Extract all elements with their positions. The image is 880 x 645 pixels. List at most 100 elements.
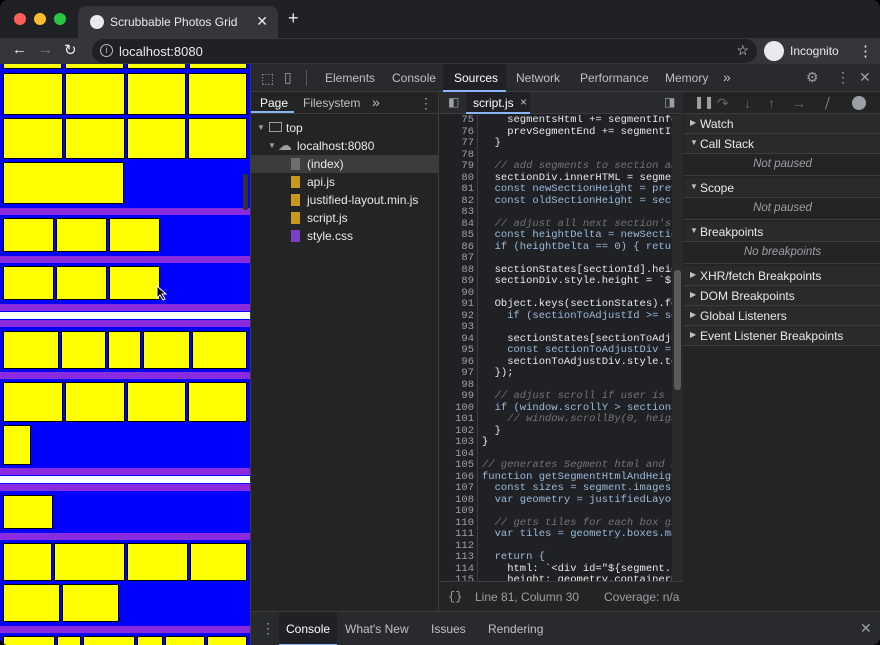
editor-scrollbar[interactable] (672, 115, 683, 581)
tab-network[interactable]: Network (516, 71, 560, 85)
line-number[interactable]: 83 (440, 206, 474, 219)
code-line[interactable]: 87 (440, 252, 672, 265)
photo-tile[interactable] (207, 636, 247, 645)
line-number[interactable]: 79 (440, 160, 474, 173)
close-window-button[interactable] (14, 13, 26, 25)
code-line[interactable]: 101 // window.scrollBy(0, heigh (440, 413, 672, 426)
deactivate-breakpoints-icon[interactable]: ⧸ (825, 95, 830, 112)
tree-item-api-js[interactable]: api.js (251, 173, 439, 191)
code-line[interactable]: 86 if (heightDelta == 0) { retur (440, 241, 672, 254)
forward-arrow-icon[interactable]: → (38, 41, 53, 58)
drawer-tab-whats-new[interactable]: What's New (345, 622, 409, 636)
tree-item-index[interactable]: (index) (251, 155, 439, 173)
photo-tile[interactable] (3, 425, 31, 465)
photo-tile[interactable] (188, 73, 247, 115)
line-number[interactable]: 93 (440, 321, 474, 334)
photo-tile[interactable] (192, 331, 247, 369)
close-file-icon[interactable]: × (520, 95, 527, 109)
page-viewport[interactable] (0, 64, 250, 645)
minimize-window-button[interactable] (34, 13, 46, 25)
line-number[interactable]: 107 (440, 482, 474, 495)
photo-tile[interactable] (3, 73, 63, 115)
photo-tile[interactable] (3, 584, 60, 622)
code-line[interactable]: 112 (440, 540, 672, 553)
code-line[interactable]: 111 var tiles = geometry.boxes.ma (440, 528, 672, 541)
code-line[interactable]: 89 sectionDiv.style.height = `${ (440, 275, 672, 288)
photo-tile[interactable] (61, 331, 106, 369)
photo-tile[interactable] (3, 382, 63, 422)
photo-tile[interactable] (56, 266, 107, 300)
code-line[interactable]: 91 Object.keys(sectionStates).fo (440, 298, 672, 311)
photo-tile[interactable] (165, 636, 205, 645)
line-number[interactable]: 85 (440, 229, 474, 242)
photo-tile[interactable] (3, 636, 55, 645)
line-number[interactable]: 111 (440, 528, 474, 541)
zoom-window-button[interactable] (54, 13, 66, 25)
line-number[interactable]: 89 (440, 275, 474, 288)
photo-tile[interactable] (109, 218, 160, 252)
tab-filesystem[interactable]: Filesystem (303, 96, 360, 110)
code-line[interactable]: 92 if (sectionToAdjustId >= se (440, 310, 672, 323)
photo-tile[interactable] (3, 118, 63, 159)
device-toolbar-icon[interactable]: ▯ (284, 69, 292, 86)
photo-tile[interactable] (3, 64, 62, 69)
debugger-section-header[interactable]: ▼ Call Stack (684, 134, 880, 154)
tab-console[interactable]: Console (392, 71, 436, 85)
drawer-tab-console[interactable]: Console (286, 622, 330, 636)
toggle-debugger-icon[interactable]: ◨ (664, 95, 675, 109)
code-line[interactable]: 108 var geometry = justifiedLayou (440, 494, 672, 507)
debugger-section-header[interactable]: ▶ Watch (684, 114, 880, 134)
photo-tile[interactable] (57, 636, 81, 645)
close-tab-icon[interactable]: ✕ (256, 13, 268, 30)
step-into-icon[interactable]: ↓ (744, 95, 751, 111)
tree-item-top[interactable]: ▼ top (251, 119, 439, 137)
tree-item-style-css[interactable]: style.css (251, 227, 439, 245)
line-number[interactable]: 97 (440, 367, 474, 380)
debugger-section-header[interactable]: ▼ Scope (684, 178, 880, 198)
photo-tile[interactable] (62, 584, 119, 622)
code-line[interactable]: 97 }); (440, 367, 672, 380)
pause-on-exceptions-icon[interactable] (852, 96, 866, 110)
navigator-menu-icon[interactable]: ⋮ (419, 95, 433, 112)
tab-memory[interactable]: Memory (665, 71, 708, 85)
tab-performance[interactable]: Performance (580, 71, 649, 85)
tab-sources[interactable]: Sources (454, 71, 498, 85)
drawer-menu-icon[interactable]: ⋮ (261, 620, 275, 637)
debugger-section-header[interactable]: ▶ Global Listeners (684, 306, 880, 326)
photo-tile[interactable] (65, 382, 125, 422)
photo-tile[interactable] (3, 331, 59, 369)
photo-tile[interactable] (127, 543, 188, 581)
close-drawer-icon[interactable]: ✕ (860, 620, 872, 637)
line-number[interactable]: 87 (440, 252, 474, 265)
code-line[interactable]: 99 // adjust scroll if user is s (440, 390, 672, 403)
tab-page[interactable]: Page (260, 96, 288, 110)
photo-tile[interactable] (65, 73, 125, 115)
line-number[interactable]: 109 (440, 505, 474, 518)
line-number[interactable]: 77 (440, 137, 474, 150)
code-area[interactable]: 75 segmentsHtml += segmentInfo 76 prevSeg… (440, 115, 672, 581)
code-line[interactable]: 76 prevSegmentEnd += segmentIn (440, 126, 672, 139)
code-line[interactable]: 77 } (440, 137, 672, 150)
more-nav-tabs-icon[interactable]: » (372, 94, 380, 110)
debugger-section-header[interactable]: ▼ Breakpoints (684, 222, 880, 242)
photo-tile[interactable] (127, 64, 186, 69)
line-number[interactable]: 105 (440, 459, 474, 472)
photo-tile[interactable] (127, 73, 186, 115)
photo-tile[interactable] (83, 636, 135, 645)
line-number[interactable]: 113 (440, 551, 474, 564)
photo-tile[interactable] (65, 64, 124, 69)
code-line[interactable]: 83 (440, 206, 672, 219)
code-line[interactable]: 81 const newSectionHeight = prev (440, 183, 672, 196)
photo-tile[interactable] (188, 382, 247, 422)
photo-tile[interactable] (3, 218, 54, 252)
photo-tile[interactable] (65, 118, 125, 159)
code-line[interactable]: 107 const sizes = segment.images. (440, 482, 672, 495)
photo-tile[interactable] (3, 162, 124, 204)
code-line[interactable]: 82 const oldSectionHeight = sect (440, 195, 672, 208)
photo-tile[interactable] (188, 118, 247, 159)
pause-icon[interactable]: ❚❚ (694, 95, 714, 109)
photo-tile[interactable] (56, 218, 107, 252)
debugger-section-header[interactable]: ▶ XHR/fetch Breakpoints (684, 266, 880, 286)
code-line[interactable]: 93 (440, 321, 672, 334)
debugger-section-header[interactable]: ▶ DOM Breakpoints (684, 286, 880, 306)
